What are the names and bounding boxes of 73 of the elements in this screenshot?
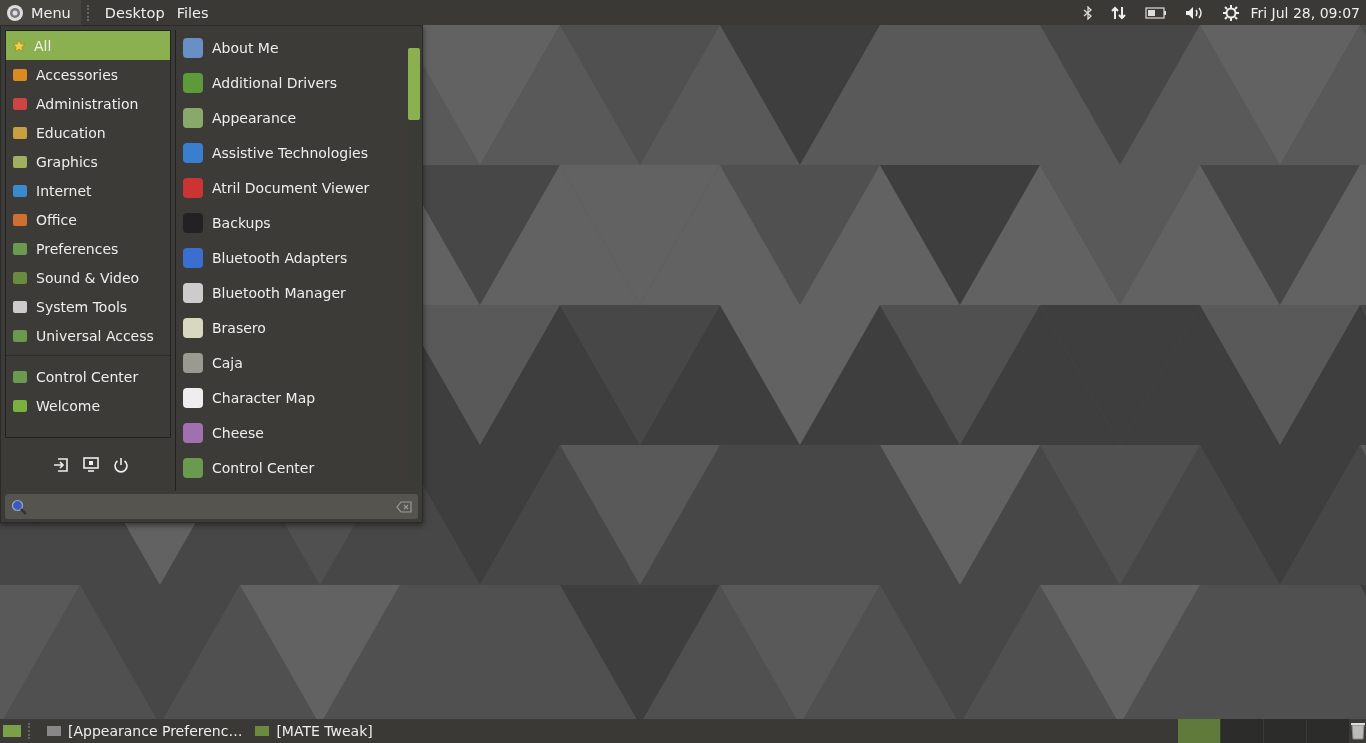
scrollbar-thumb[interactable] [408, 48, 420, 120]
category-item[interactable]: Sound & Video [6, 263, 170, 292]
power-icon[interactable] [113, 456, 129, 473]
tile-icon [182, 456, 204, 479]
battery-icon[interactable] [1145, 6, 1168, 19]
clear-icon[interactable] [396, 500, 412, 513]
logout-icon[interactable] [53, 456, 69, 473]
taskbar-window[interactable]: [Appearance Preferenc… [40, 723, 249, 739]
tile-icon [182, 106, 204, 129]
search-icon [11, 498, 27, 515]
bluetooth-icon[interactable] [1083, 5, 1094, 20]
category-icon [12, 269, 28, 286]
search-field[interactable] [5, 494, 418, 519]
tile-icon [182, 386, 204, 409]
category-icon [12, 66, 28, 83]
application-item[interactable]: Caja [176, 345, 408, 380]
lock-screen-icon[interactable] [83, 456, 99, 473]
tile-icon [182, 316, 204, 339]
tile-icon [182, 211, 204, 234]
tile-icon [182, 36, 204, 59]
category-item[interactable]: Graphics [6, 147, 170, 176]
application-item[interactable]: Appearance [176, 100, 408, 135]
menu-bar-item[interactable]: Desktop [98, 4, 171, 21]
trash-icon[interactable] [1350, 722, 1366, 740]
category-item[interactable]: Accessories [6, 60, 170, 89]
category-item[interactable]: Education [6, 118, 170, 147]
category-icon [12, 298, 28, 315]
category-icon [12, 153, 28, 170]
category-icon [12, 397, 28, 414]
category-icon [12, 211, 28, 228]
menu-button[interactable]: Menu [0, 0, 81, 25]
category-item[interactable]: Internet [6, 176, 170, 205]
taskbar-window[interactable]: [MATE Tweak] [248, 723, 379, 739]
tile-icon [182, 351, 204, 374]
tile-icon [182, 141, 204, 164]
tile-icon [182, 176, 204, 199]
menu-bar-item[interactable]: Files [170, 4, 215, 21]
category-icon [12, 240, 28, 257]
show-desktop-icon[interactable] [2, 724, 22, 738]
category-icon [12, 327, 28, 344]
category-item[interactable]: Preferences [6, 234, 170, 263]
tile-icon [182, 246, 204, 269]
application-item[interactable]: Backups [176, 205, 408, 240]
category-item[interactable]: Universal Access [6, 321, 170, 350]
category-icon [12, 124, 28, 141]
star-icon [12, 38, 26, 53]
settings-icon[interactable] [1223, 4, 1240, 21]
application-item[interactable]: Character Map [176, 380, 408, 415]
category-item[interactable]: Administration [6, 89, 170, 118]
window-icon [254, 724, 271, 738]
application-item[interactable]: Assistive Technologies [176, 135, 408, 170]
tile-icon [182, 421, 204, 444]
category-icon [12, 368, 28, 385]
application-item[interactable]: About Me [176, 30, 408, 65]
category-item[interactable]: Office [6, 205, 170, 234]
clock[interactable]: Fri Jul 28, 09:07 [1250, 4, 1360, 21]
application-item[interactable]: Bluetooth Adapters [176, 240, 408, 275]
category-icon [12, 182, 28, 199]
logo [6, 3, 24, 22]
window-icon [46, 724, 62, 738]
application-item[interactable]: Control Center [176, 450, 408, 485]
place-item[interactable]: Control Center [6, 362, 170, 391]
application-item[interactable]: Atril Document Viewer [176, 170, 408, 205]
network-arrows-icon[interactable] [1111, 5, 1128, 20]
category-item[interactable]: System Tools [6, 292, 170, 321]
application-item[interactable]: Additional Drivers [176, 65, 408, 100]
application-item[interactable]: Bluetooth Manager [176, 275, 408, 310]
tile-icon [182, 71, 204, 94]
tile-icon [182, 281, 204, 304]
application-item[interactable]: Cheese [176, 415, 408, 450]
category-icon [12, 95, 28, 112]
application-item[interactable]: Brasero [176, 310, 408, 345]
place-item[interactable]: Welcome [6, 391, 170, 420]
